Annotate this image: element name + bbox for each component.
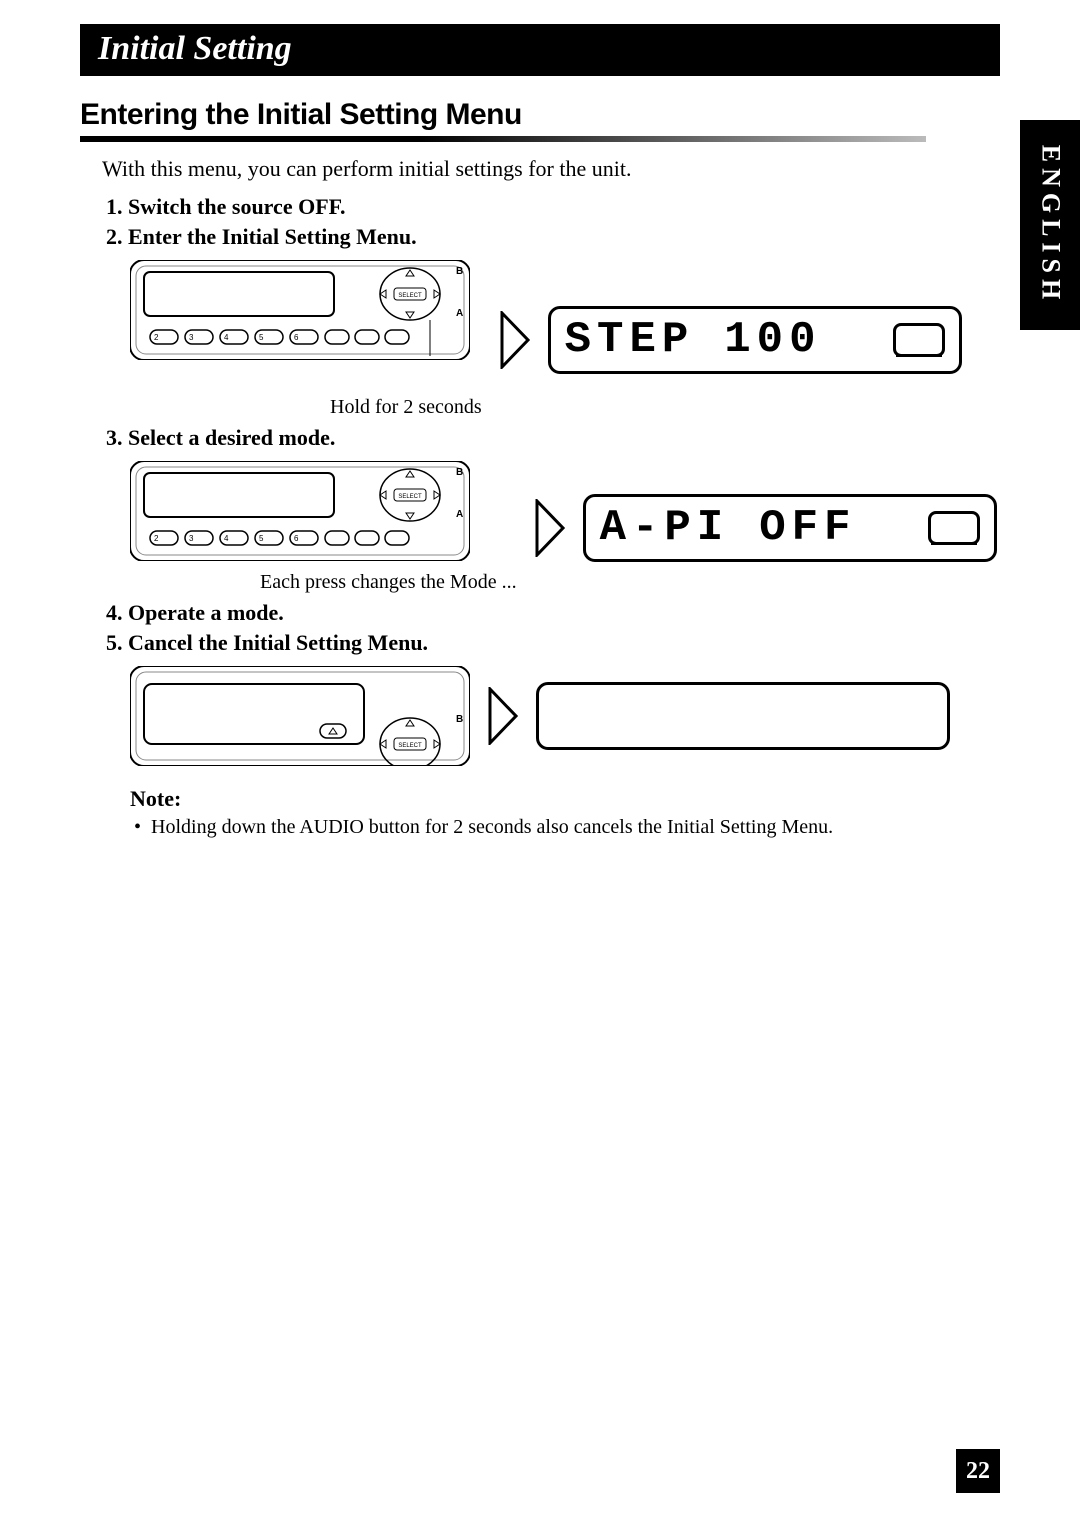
page-number: 22: [956, 1449, 1000, 1493]
lcd-text-left: STEP: [565, 315, 695, 365]
device-panel-illustration: SELECT B: [130, 666, 470, 766]
lcd-display-step3: A-PI OFF: [583, 494, 997, 562]
intro-text: With this menu, you can perform initial …: [102, 156, 1000, 182]
language-tab-label: ENGLISH: [1035, 145, 1065, 306]
step-3: Select a desired mode.: [128, 425, 1000, 451]
svg-text:B: B: [456, 467, 463, 478]
svg-text:A: A: [456, 509, 463, 520]
steps-list-cont2: Operate a mode. Cancel the Initial Setti…: [102, 600, 1000, 656]
step-3-caption: Each press changes the Mode ...: [260, 571, 517, 594]
svg-text:SELECT: SELECT: [398, 293, 422, 299]
lcd-display-step5: [536, 682, 950, 750]
note-item-text: Holding down the AUDIO button for 2 seco…: [151, 816, 833, 838]
svg-text:SELECT: SELECT: [398, 743, 422, 749]
step-2-figure: 2 3 4 5 6 SELECT B: [130, 260, 1000, 419]
lcd-annunciator-icon: [928, 511, 980, 545]
svg-text:6: 6: [294, 534, 299, 543]
arrow-icon: [500, 311, 530, 369]
svg-text:5: 5: [259, 534, 264, 543]
device-panel-illustration: 2 3 4 5 6 SELECT B: [130, 260, 470, 360]
steps-list-cont1: Select a desired mode.: [102, 425, 1000, 451]
svg-text:B: B: [456, 266, 463, 277]
svg-text:4: 4: [224, 534, 229, 543]
lcd-text-right: 100: [724, 315, 821, 365]
svg-text:A: A: [456, 308, 463, 319]
svg-text:SELECT: SELECT: [398, 494, 422, 500]
svg-text:2: 2: [154, 534, 159, 543]
chapter-header: Initial Setting: [80, 24, 1000, 76]
arrow-icon: [535, 499, 565, 557]
step-5: Cancel the Initial Setting Menu.: [128, 630, 1000, 656]
svg-text:3: 3: [189, 534, 194, 543]
lcd-annunciator-icon: [893, 323, 945, 357]
note-block: Note: • Holding down the AUDIO button fo…: [130, 786, 1000, 839]
lcd-text-right: OFF: [759, 503, 856, 553]
step-3-figure: 2 3 4 5 6 SELECT B A: [130, 461, 1000, 594]
svg-text:4: 4: [224, 333, 229, 342]
note-title: Note:: [130, 786, 1000, 812]
svg-text:6: 6: [294, 333, 299, 342]
section-title: Entering the Initial Setting Menu: [80, 98, 1000, 132]
device-panel-illustration: 2 3 4 5 6 SELECT B A: [130, 461, 470, 561]
note-item: • Holding down the AUDIO button for 2 se…: [134, 816, 1000, 839]
svg-text:3: 3: [189, 333, 194, 342]
step-5-figure: SELECT B: [130, 666, 1000, 766]
lcd-display-step2: STEP 100: [548, 306, 962, 374]
step-2-caption: Hold for 2 seconds: [330, 396, 482, 419]
step-2: Enter the Initial Setting Menu.: [128, 224, 1000, 250]
step-1: Switch the source OFF.: [128, 194, 1000, 220]
steps-list: Switch the source OFF. Enter the Initial…: [102, 194, 1000, 250]
svg-text:5: 5: [259, 333, 264, 342]
section-underline: [80, 136, 926, 142]
svg-text:B: B: [456, 714, 463, 725]
lcd-text-left: A-PI: [600, 503, 730, 553]
svg-text:2: 2: [154, 333, 159, 342]
language-tab: ENGLISH: [1020, 120, 1080, 330]
arrow-icon: [488, 687, 518, 745]
step-4: Operate a mode.: [128, 600, 1000, 626]
